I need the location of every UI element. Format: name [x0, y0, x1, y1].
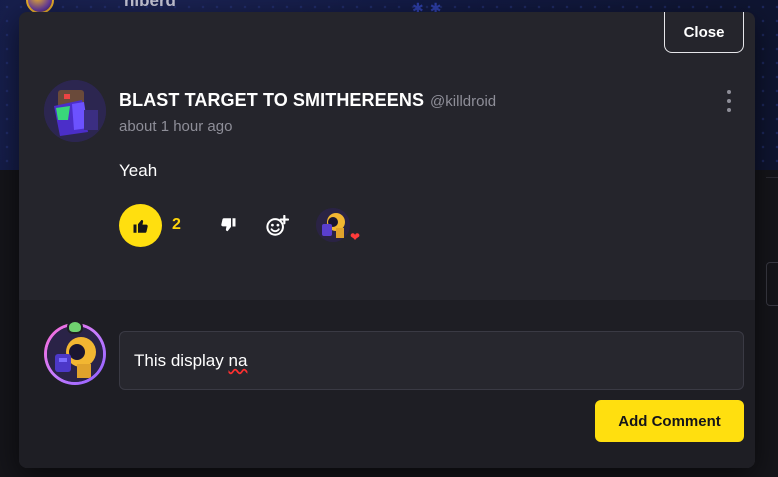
add-reaction-button[interactable] — [263, 213, 291, 239]
frog-badge-icon — [67, 320, 83, 334]
comment-author-row: BLAST TARGET TO SMITHEREENS @killdroid — [119, 90, 496, 111]
comment-modal: Close BLAST TARGET TO SMITHEREENS @killd… — [19, 12, 755, 468]
dislike-button[interactable] — [215, 212, 241, 238]
comment-author-name[interactable]: BLAST TARGET TO SMITHEREENS — [119, 90, 424, 111]
background-panel-edge — [766, 262, 778, 306]
more-options-icon[interactable] — [723, 90, 735, 112]
robot-avatar-icon — [44, 80, 106, 142]
heart-icon: ❤ — [350, 230, 361, 244]
background-divider — [766, 177, 778, 178]
current-user-avatar[interactable] — [44, 320, 106, 385]
current-user-avatar-inner — [47, 326, 103, 382]
kebab-dot — [727, 108, 731, 112]
background-username: hiberd — [124, 0, 176, 10]
reactor-avatar[interactable] — [316, 208, 350, 242]
comment-timestamp: about 1 hour ago — [119, 118, 233, 135]
user-avatar-icon — [47, 326, 103, 382]
thumbs-down-icon — [221, 218, 236, 232]
kebab-dot — [727, 99, 731, 103]
comment-input[interactable]: This display na — [119, 331, 744, 390]
close-button[interactable]: Close — [664, 12, 744, 53]
comment-input-misspelled-word: na — [228, 350, 248, 370]
add-comment-button[interactable]: Add Comment — [595, 400, 744, 442]
add-emoji-icon — [266, 215, 289, 236]
thumbs-up-icon — [133, 219, 148, 233]
comment-author-avatar[interactable] — [44, 80, 106, 142]
comment-author-handle[interactable]: @killdroid — [430, 93, 496, 110]
like-count: 2 — [172, 216, 181, 233]
reactor-avatar-icon — [316, 208, 350, 242]
comment-input-text: This display — [134, 350, 229, 370]
kebab-dot — [727, 90, 731, 94]
comment-body: Yeah — [119, 161, 158, 180]
like-button[interactable] — [119, 204, 162, 247]
